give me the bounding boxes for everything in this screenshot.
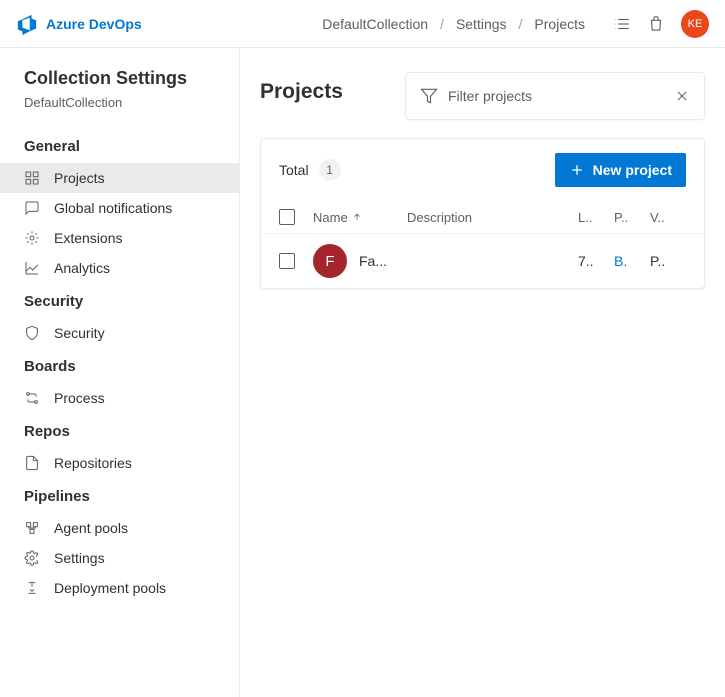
repos-icon (24, 455, 40, 471)
azure-devops-icon (16, 13, 38, 35)
project-name[interactable]: Fa... (359, 253, 387, 269)
filter-close-button[interactable] (674, 88, 690, 104)
shopping-bag-icon[interactable] (647, 15, 665, 33)
sort-asc-icon (352, 212, 362, 222)
filter-box[interactable] (405, 72, 705, 120)
page-title: Projects (260, 72, 343, 104)
sidebar-item-deployment-pools[interactable]: Deployment pools (0, 573, 239, 603)
content-area: Projects Total 1 New project (240, 48, 725, 697)
project-last: 7.. (578, 253, 614, 269)
total-label: Total (279, 162, 309, 178)
select-all-checkbox[interactable] (279, 209, 295, 225)
sidebar-item-label: Security (54, 325, 105, 341)
breadcrumb-item-settings[interactable]: Settings (456, 16, 507, 32)
total-count: 1 (319, 159, 341, 181)
process-icon (24, 390, 40, 406)
column-last[interactable]: L.. (578, 210, 614, 225)
table-row[interactable]: F Fa... 7.. B. P.. (261, 234, 704, 288)
extensions-icon (24, 230, 40, 246)
list-icon[interactable] (613, 15, 631, 33)
sidebar-item-label: Repositories (54, 455, 132, 471)
projects-icon (24, 170, 40, 186)
section-general: General (0, 128, 239, 163)
sidebar-item-analytics[interactable]: Analytics (0, 253, 239, 283)
section-repos: Repos (0, 413, 239, 448)
topbar-actions: KE (613, 10, 709, 38)
new-project-button[interactable]: New project (555, 153, 686, 187)
projects-table-card: Total 1 New project Name Description L..… (260, 138, 705, 289)
table-header: Name Description L.. P.. V.. (261, 201, 704, 234)
sidebar-item-pipeline-settings[interactable]: Settings (0, 543, 239, 573)
sidebar-subtitle[interactable]: DefaultCollection (0, 95, 239, 128)
column-process[interactable]: P.. (614, 210, 650, 225)
sidebar-item-label: Global notifications (54, 200, 172, 216)
agent-pools-icon (24, 520, 40, 536)
sidebar-item-global-notifications[interactable]: Global notifications (0, 193, 239, 223)
plus-icon (569, 162, 585, 178)
breadcrumb-item-projects[interactable]: Projects (534, 16, 585, 32)
sidebar-item-process[interactable]: Process (0, 383, 239, 413)
sidebar-item-label: Analytics (54, 260, 110, 276)
section-pipelines: Pipelines (0, 478, 239, 513)
sidebar-item-label: Settings (54, 550, 105, 566)
sidebar-item-label: Process (54, 390, 105, 406)
sidebar-item-label: Deployment pools (54, 580, 166, 596)
notifications-icon (24, 200, 40, 216)
gear-icon (24, 550, 40, 566)
product-name: Azure DevOps (46, 16, 142, 32)
project-visibility: P.. (650, 253, 686, 269)
shield-icon (24, 325, 40, 341)
new-project-label: New project (593, 162, 672, 178)
section-boards: Boards (0, 348, 239, 383)
sidebar-item-repositories[interactable]: Repositories (0, 448, 239, 478)
breadcrumb-separator: / (440, 16, 444, 32)
project-process[interactable]: B. (614, 253, 650, 269)
sidebar-item-security[interactable]: Security (0, 318, 239, 348)
sidebar-title: Collection Settings (0, 68, 239, 95)
filter-input[interactable] (448, 88, 674, 104)
breadcrumb-item-collection[interactable]: DefaultCollection (322, 16, 428, 32)
user-avatar[interactable]: KE (681, 10, 709, 38)
sidebar-item-extensions[interactable]: Extensions (0, 223, 239, 253)
column-description[interactable]: Description (407, 210, 578, 225)
close-icon (674, 88, 690, 104)
section-security: Security (0, 283, 239, 318)
breadcrumb-separator: / (519, 16, 523, 32)
row-checkbox[interactable] (279, 253, 295, 269)
filter-icon (420, 87, 438, 105)
sidebar-item-label: Projects (54, 170, 105, 186)
sidebar-item-label: Agent pools (54, 520, 128, 536)
product-logo[interactable]: Azure DevOps (16, 13, 142, 35)
sidebar-item-agent-pools[interactable]: Agent pools (0, 513, 239, 543)
column-name[interactable]: Name (313, 210, 407, 225)
sidebar: Collection Settings DefaultCollection Ge… (0, 48, 240, 697)
sidebar-item-projects[interactable]: Projects (0, 163, 239, 193)
topbar: Azure DevOps DefaultCollection / Setting… (0, 0, 725, 48)
analytics-icon (24, 260, 40, 276)
breadcrumb: DefaultCollection / Settings / Projects (322, 16, 585, 32)
project-avatar: F (313, 244, 347, 278)
sidebar-item-label: Extensions (54, 230, 122, 246)
deployment-pools-icon (24, 580, 40, 596)
column-visibility[interactable]: V.. (650, 210, 686, 225)
